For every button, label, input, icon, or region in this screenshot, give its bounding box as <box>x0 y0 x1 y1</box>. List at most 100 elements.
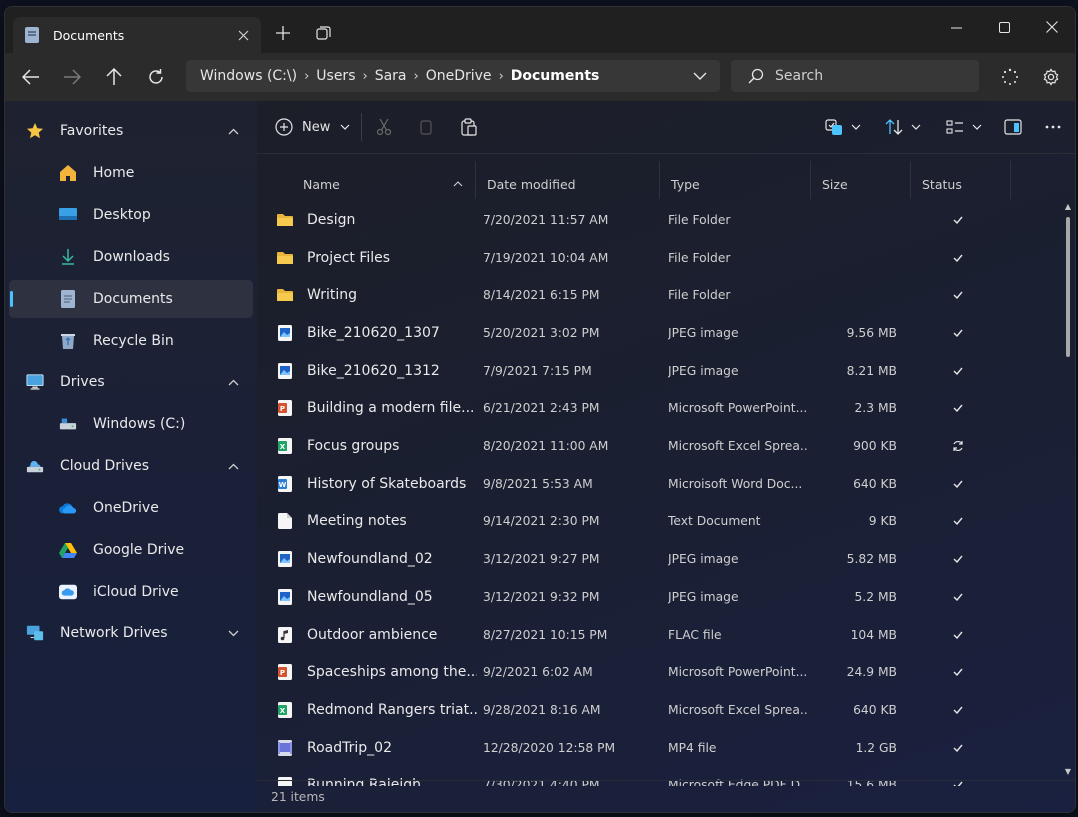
checkmark-icon <box>953 668 963 677</box>
sidebar-item-desktop[interactable]: Desktop <box>9 196 253 234</box>
table-row[interactable]: X Focus groups 8/20/2021 11:00 AM Microsoft… <box>257 427 1057 465</box>
file-name: Design <box>307 211 356 228</box>
search-input[interactable] <box>773 67 967 85</box>
sync-status-button[interactable] <box>994 61 1026 93</box>
scroll-up-arrow[interactable]: ▲ <box>1063 201 1073 211</box>
address-bar[interactable]: Windows (C:\) › Users › Sara › OneDrive … <box>186 60 720 92</box>
column-divider[interactable] <box>475 161 476 199</box>
breadcrumb-windows-c[interactable]: Windows (C:\) <box>186 68 300 84</box>
expand-collapse-toggle[interactable] <box>225 625 241 641</box>
sidebar-item-drives[interactable]: Drives <box>9 363 253 401</box>
column-header-size[interactable]: Size <box>822 169 902 199</box>
scroll-down-arrow[interactable]: ▼ <box>1063 766 1073 776</box>
details-pane-button[interactable] <box>1004 113 1022 141</box>
sync-icon <box>825 119 842 135</box>
minimize-button[interactable] <box>933 7 979 47</box>
expand-collapse-toggle[interactable] <box>225 123 241 139</box>
address-history-dropdown[interactable] <box>690 66 710 86</box>
table-row[interactable]: RoadTrip_02 12/28/2020 12:58 PM MP4 file 1.… <box>257 729 1057 767</box>
chevron-right-icon: › <box>304 68 310 84</box>
scroll-thumb[interactable] <box>1066 217 1070 357</box>
table-row[interactable]: P Building a modern file... 6/21/2021 2:43… <box>257 390 1057 428</box>
breadcrumb-documents[interactable]: Documents <box>508 68 603 84</box>
table-row[interactable]: Writing 8/14/2021 6:15 PM File Folder <box>257 276 1057 314</box>
file-name-cell: RoadTrip_02 <box>277 729 477 767</box>
duplicate-tab-button[interactable] <box>309 21 337 45</box>
sort-button[interactable] <box>885 113 921 141</box>
table-row[interactable]: Project Files 7/19/2021 10:04 AM File Fold… <box>257 239 1057 277</box>
sync-button[interactable] <box>825 113 861 141</box>
sidebar-item-network-drives[interactable]: Network Drives <box>9 614 253 652</box>
breadcrumb-users[interactable]: Users <box>313 68 358 84</box>
up-button[interactable] <box>98 61 130 93</box>
monitor-icon <box>26 373 44 391</box>
more-options-button[interactable] <box>1045 113 1061 141</box>
file-name-cell: Bike_210620_1307 <box>277 314 477 352</box>
table-row[interactable]: X Redmond Rangers triat... 9/28/2021 8:16 … <box>257 691 1057 729</box>
chevron-down-icon <box>340 124 350 130</box>
file-name: Redmond Rangers triat... <box>307 701 477 718</box>
search-box[interactable] <box>731 60 979 92</box>
sidebar-item-icloud-drive[interactable]: iCloud Drive <box>9 573 253 611</box>
sync-status-cell <box>947 239 969 277</box>
refresh-button[interactable] <box>140 61 172 93</box>
paste-button[interactable] <box>460 113 478 141</box>
close-window-button[interactable] <box>1029 7 1075 47</box>
column-divider[interactable] <box>659 161 660 199</box>
sidebar-item-google-drive[interactable]: Google Drive <box>9 531 253 569</box>
table-row[interactable]: Design 7/20/2021 11:57 AM File Folder <box>257 201 1057 239</box>
view-layout-button[interactable] <box>946 113 982 141</box>
sidebar-item-recycle-bin[interactable]: Recycle Bin <box>9 322 253 360</box>
new-button[interactable]: New <box>275 113 350 141</box>
column-divider[interactable] <box>1010 161 1011 199</box>
sidebar-item-onedrive[interactable]: OneDrive <box>9 489 253 527</box>
file-name: Spaceships among the... <box>307 664 477 681</box>
sync-status-cell <box>947 616 969 654</box>
expand-collapse-toggle[interactable] <box>225 458 241 474</box>
expand-collapse-toggle[interactable] <box>225 374 241 390</box>
checkmark-icon <box>953 254 963 262</box>
svg-text:P: P <box>280 669 285 677</box>
folder-icon <box>277 212 293 228</box>
table-row[interactable]: W History of Skateboards 9/8/2021 5:53 AM M… <box>257 465 1057 503</box>
copy-button[interactable] <box>419 113 435 141</box>
table-row[interactable]: Outdoor ambience 8/27/2021 10:15 PM FLAC f… <box>257 616 1057 654</box>
forward-button[interactable] <box>56 61 88 93</box>
vertical-scrollbar[interactable]: ▲ ▼ <box>1063 201 1073 776</box>
item-count: 21 items <box>271 790 325 804</box>
settings-button[interactable] <box>1035 61 1067 93</box>
breadcrumb-onedrive[interactable]: OneDrive <box>423 68 495 84</box>
sidebar-item-home[interactable]: Home <box>9 154 253 192</box>
file-name-cell: X Redmond Rangers triat... <box>277 691 477 729</box>
column-divider[interactable] <box>910 161 911 199</box>
new-tab-button[interactable] <box>269 21 297 45</box>
folder-icon <box>277 250 293 266</box>
file-type-cell: JPEG image <box>668 325 739 340</box>
table-row[interactable]: Newfoundland_05 3/12/2021 9:32 PM JPEG ima… <box>257 578 1057 616</box>
table-row[interactable]: P Spaceships among the... 9/2/2021 6:02 AM… <box>257 653 1057 691</box>
tab-documents[interactable]: Documents <box>13 17 261 53</box>
cut-button[interactable] <box>375 113 393 141</box>
column-header-date[interactable]: Date modified <box>487 169 647 199</box>
table-row[interactable]: Newfoundland_02 3/12/2021 9:27 PM JPEG ima… <box>257 540 1057 578</box>
column-header-type[interactable]: Type <box>671 169 801 199</box>
table-row[interactable]: Meeting notes 9/14/2021 2:30 PM Text Docum… <box>257 503 1057 541</box>
column-header-name[interactable]: Name <box>303 169 463 199</box>
table-row[interactable]: Bike_210620_1312 7/9/2021 7:15 PM JPEG ima… <box>257 352 1057 390</box>
maximize-button[interactable] <box>981 7 1027 47</box>
back-button[interactable] <box>15 61 47 93</box>
cloud-drive-icon <box>26 457 44 475</box>
breadcrumb-sara[interactable]: Sara <box>372 68 410 84</box>
sidebar-item-documents[interactable]: Documents <box>9 280 253 318</box>
tab-close-button[interactable] <box>231 23 255 47</box>
column-header-status[interactable]: Status <box>922 169 1002 199</box>
sidebar-item-downloads[interactable]: Downloads <box>9 238 253 276</box>
date-modified-cell: 7/19/2021 10:04 AM <box>483 250 609 265</box>
sidebar-item-favorites[interactable]: Favorites <box>9 112 253 150</box>
sidebar-item-windows-c[interactable]: Windows (C:) <box>9 405 253 443</box>
sidebar-item-cloud-drives[interactable]: Cloud Drives <box>9 447 253 485</box>
column-type-label: Type <box>671 176 700 192</box>
column-divider[interactable] <box>810 161 811 199</box>
sync-status-cell <box>947 352 969 390</box>
table-row[interactable]: Bike_210620_1307 5/20/2021 3:02 PM JPEG im… <box>257 314 1057 352</box>
